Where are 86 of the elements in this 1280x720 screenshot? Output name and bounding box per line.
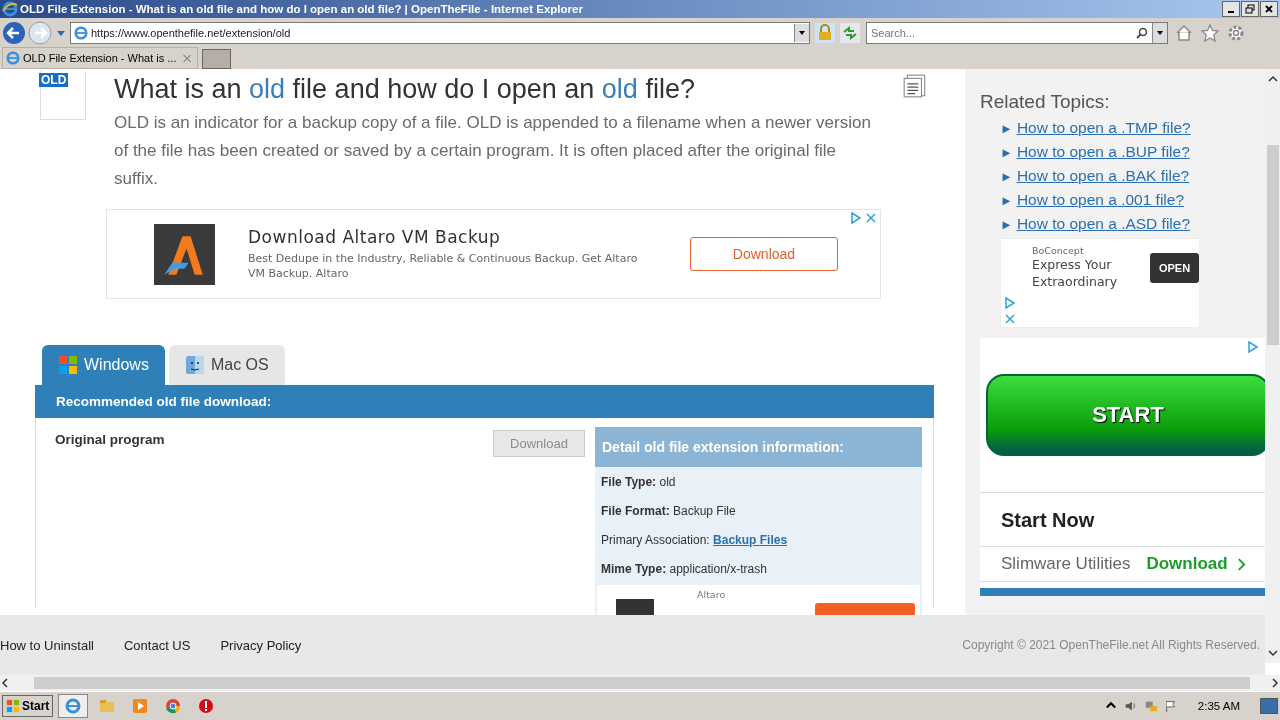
minimize-icon — [1228, 10, 1234, 13]
copyright: Copyright © 2021 OpenTheFile.net All Rights Reserved. — [962, 638, 1260, 653]
related-link[interactable]: How to open a .ASD file? — [1016, 215, 1191, 234]
ad-download-link[interactable]: Download — [1146, 554, 1228, 575]
browser-logo-icon — [2, 0, 18, 17]
detail-label: Primary Association: — [601, 532, 710, 547]
search-icon[interactable] — [1136, 26, 1148, 39]
home-icon[interactable] — [1174, 22, 1194, 43]
related-link[interactable]: How to open a .BUP file? — [1016, 143, 1190, 162]
footer-link[interactable]: Privacy Policy — [220, 637, 302, 653]
ad-card[interactable]: Altaro — [597, 585, 920, 616]
lock-icon[interactable] — [815, 22, 835, 43]
finder-face-icon — [184, 355, 205, 376]
windows-logo-icon — [58, 355, 78, 376]
detail-field: File Format: Backup File — [601, 503, 736, 518]
detail-title: Detail old file extension information: — [602, 439, 844, 456]
association-link[interactable]: Backup Files — [713, 532, 788, 547]
detail-field: File Type: old — [601, 474, 676, 489]
ad-choices-icon[interactable] — [1247, 341, 1259, 354]
window-title: OLD File Extension - What is an old file and how do I open an old file? | OpenTheFile - Internet Explorer — [20, 2, 583, 15]
restore-button[interactable] — [1241, 0, 1259, 17]
close-button[interactable] — [1260, 0, 1278, 17]
arrow-icon: ► — [1000, 192, 1013, 208]
ad-headline: Express Your Extraordinary — [1032, 256, 1119, 291]
ad-download-button[interactable]: Download — [690, 237, 838, 272]
related-link[interactable]: How to open a .BAK file? — [1016, 167, 1190, 186]
page-icon — [6, 51, 20, 66]
back-button[interactable] — [2, 20, 26, 45]
footer-link[interactable]: Contact US — [123, 637, 191, 653]
chevron-icon — [1236, 557, 1246, 571]
related-link[interactable]: How to open a .TMP file? — [1016, 119, 1191, 138]
arrow-icon: ► — [1000, 216, 1013, 232]
section-title: Recommended old file download: — [56, 394, 272, 410]
ad-choices-icon[interactable] — [1004, 297, 1016, 326]
ad-brand: BoConcept — [1032, 245, 1085, 257]
ad-title[interactable]: Download Altaro VM Backup — [248, 227, 648, 248]
close-icon — [1264, 3, 1274, 14]
new-tab-button[interactable] — [202, 49, 231, 70]
flag-icon[interactable] — [1163, 699, 1178, 714]
os-tab[interactable]: Windows — [42, 345, 165, 386]
footer-link[interactable]: How to Uninstall — [0, 637, 94, 653]
ad-card[interactable]: BoConcept Express Your Extraordinary OPEN — [1000, 238, 1200, 329]
address-bar[interactable]: https://www.openthefile.net/extension/old — [70, 21, 810, 44]
scroll-right-icon[interactable] — [1270, 678, 1280, 689]
address-dropdown-button[interactable] — [794, 23, 809, 42]
related-link[interactable]: How to open a .001 file? — [1016, 191, 1185, 210]
page-heading: What is an old file and how do I open an old file? — [114, 74, 696, 106]
warning-taskbar-icon[interactable] — [198, 698, 215, 715]
start-menu-button[interactable]: Start — [2, 695, 54, 718]
advertiser-name: Slimware Utilities — [1001, 554, 1131, 575]
page-icon — [74, 25, 88, 40]
active-taskbar-button[interactable] — [58, 694, 89, 719]
vertical-scrollbar[interactable] — [1265, 69, 1280, 664]
ad-open-button[interactable]: OPEN — [1150, 252, 1199, 283]
scroll-left-icon[interactable] — [0, 678, 10, 689]
arrow-icon: ► — [1000, 120, 1013, 136]
media-player-taskbar-icon[interactable] — [132, 698, 149, 715]
show-desktop-button[interactable] — [1260, 698, 1278, 715]
ad-banner[interactable]: Download Altaro VM Backup Best Dedupe in the Industry, Reliable & Continuous Backup. Get Altaro VM Backup. Altaro Download — [106, 209, 881, 300]
ad-brand: Altaro — [697, 589, 726, 601]
minimize-button[interactable] — [1222, 0, 1240, 17]
ad-choices-icon[interactable] — [850, 212, 878, 225]
os-tab[interactable]: Mac OS — [168, 345, 285, 386]
program-label: Original program — [55, 432, 165, 448]
clock: 2:35 AM — [1197, 700, 1240, 713]
file-badge: OLD — [39, 73, 69, 88]
ad-text: Best Dedupe in the Industry, Reliable & Continuous Backup. Get Altaro VM Backup. Altaro — [248, 251, 639, 282]
forward-button[interactable] — [28, 20, 52, 45]
arrow-icon: ► — [1000, 168, 1013, 184]
sidebar-title: Related Topics: — [980, 91, 1111, 114]
description: OLD is an indicator for a backup copy of a file. OLD is appended to a filename when a newer version of the file has been created or saved by a certain program. It is often placed after the original file suffix. — [114, 112, 872, 191]
browser-taskbar-icon[interactable] — [165, 698, 182, 715]
close-tab-button[interactable]: × — [181, 50, 193, 67]
detail-field: Mime Type: application/x-trash — [601, 561, 767, 576]
start-button[interactable]: START — [986, 374, 1265, 457]
document-icon[interactable] — [902, 73, 928, 100]
browser-tab[interactable]: OLD File Extension - What is ... × — [2, 47, 198, 70]
windows-logo-icon — [6, 699, 20, 714]
search-field[interactable]: Search... — [866, 21, 1168, 44]
scroll-down-icon[interactable] — [1267, 648, 1278, 659]
restore-icon — [1245, 3, 1255, 14]
horizontal-scrollbar[interactable] — [0, 675, 1280, 692]
browser-taskbar-icon — [65, 698, 82, 715]
refresh-icon[interactable] — [840, 22, 860, 43]
star-icon[interactable] — [1200, 22, 1220, 43]
arrow-icon: ► — [1000, 144, 1013, 160]
